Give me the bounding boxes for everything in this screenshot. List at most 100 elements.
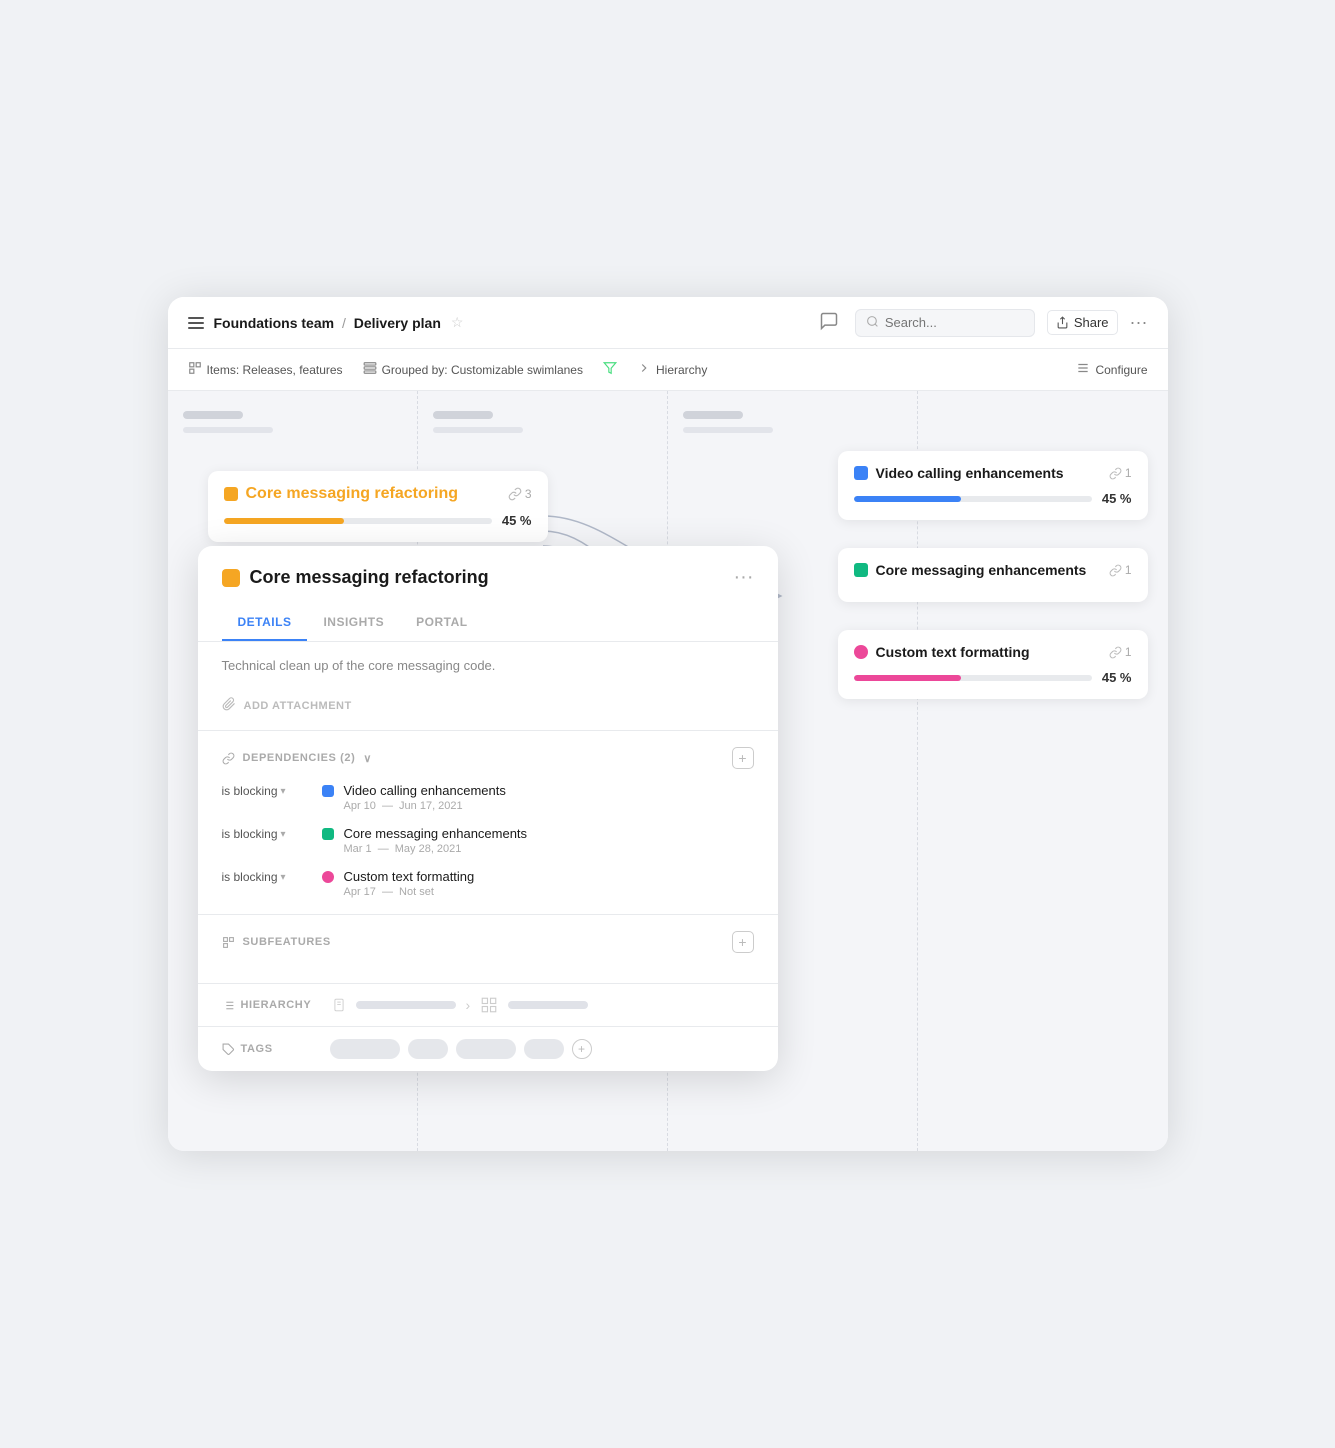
dp-more-icon[interactable]: ···	[734, 566, 754, 589]
toolbar-items[interactable]: Items: Releases, features	[188, 361, 343, 378]
dp-description: Technical clean up of the core messaging…	[198, 642, 778, 689]
tab-portal[interactable]: Portal	[400, 605, 483, 641]
attachment-icon	[222, 697, 236, 714]
card-core-enh-title-row: Core messaging enhancements	[854, 562, 1087, 578]
tag-4[interactable]	[524, 1039, 564, 1059]
hierarchy-placeholder-1	[356, 1001, 456, 1009]
dep-relation-3[interactable]: is blocking ▾	[222, 869, 312, 884]
dp-dependencies-section: DEPENDENCIES (2) ∨ + is blocking ▾	[198, 731, 778, 915]
app-window: Foundations team / Delivery plan ☆	[168, 297, 1168, 1151]
search-box[interactable]	[855, 309, 1035, 337]
right-cards: Video calling enhancements 1 45 %	[838, 451, 1148, 711]
dep-add-button[interactable]: +	[732, 747, 754, 769]
dep-color-1	[322, 785, 334, 797]
card-core-enh-color	[854, 563, 868, 577]
toolbar-configure[interactable]: Configure	[1076, 361, 1147, 378]
search-input[interactable]	[885, 315, 1024, 330]
tag-2[interactable]	[408, 1039, 448, 1059]
dep-date-3: Apr 17 — Not set	[344, 886, 754, 898]
dep-name-3[interactable]: Custom text formatting	[344, 869, 754, 884]
share-button[interactable]: Share	[1047, 310, 1118, 335]
dep-color-2	[322, 828, 334, 840]
dep-relation-1[interactable]: is blocking ▾	[222, 783, 312, 798]
card-custom-dep: 1	[1109, 645, 1132, 659]
tab-details[interactable]: Details	[222, 605, 308, 641]
card-core-enh-header: Core messaging enhancements 1	[854, 562, 1132, 578]
tag-add-button[interactable]: +	[572, 1039, 592, 1059]
header: Foundations team / Delivery plan ☆	[168, 297, 1168, 349]
bg-card-progress-bar-bg	[224, 518, 492, 524]
dp-tags: TAGS +	[198, 1027, 778, 1071]
dp-section-title[interactable]: DEPENDENCIES (2) ∨	[222, 752, 373, 765]
breadcrumb-plan[interactable]: Delivery plan	[354, 315, 441, 331]
toolbar-filter[interactable]	[603, 361, 617, 378]
search-icon	[866, 315, 879, 331]
grouped-icon	[363, 361, 377, 378]
hierarchy-arrow: ›	[466, 997, 471, 1013]
dep-row-2: is blocking ▾ Core messaging enhancement…	[222, 826, 754, 855]
col-header-bar-1	[183, 411, 243, 419]
dp-subfeatures-title[interactable]: SUBFEATURES	[222, 936, 331, 949]
dp-hierarchy: HIERARCHY ›	[198, 984, 778, 1027]
tab-insights[interactable]: Insights	[307, 605, 400, 641]
dp-tabs: Details Insights Portal	[198, 605, 778, 642]
bg-card-progress-fill	[224, 518, 345, 524]
card-custom-title-row: Custom text formatting	[854, 644, 1030, 660]
dp-hierarchy-label: HIERARCHY	[222, 999, 322, 1012]
dp-section-header: DEPENDENCIES (2) ∨ +	[222, 747, 754, 769]
dep-relation-2[interactable]: is blocking ▾	[222, 826, 312, 841]
bg-card-header: Core messaging refactoring 3	[224, 485, 532, 503]
bg-main-card[interactable]: Core messaging refactoring 3 45 %	[208, 471, 548, 542]
dp-tags-label: TAGS	[222, 1043, 322, 1056]
card-custom-title: Custom text formatting	[876, 644, 1030, 660]
dep-info-1: Video calling enhancements Apr 10 — Jun …	[344, 783, 754, 812]
dep-chevron-3: ▾	[281, 872, 286, 883]
dep-info-2: Core messaging enhancements Mar 1 — May …	[344, 826, 754, 855]
filter-icon	[603, 361, 617, 378]
hierarchy-doc-icon	[332, 998, 346, 1012]
hierarchy-placeholder-2	[508, 1001, 588, 1009]
dep-name-1[interactable]: Video calling enhancements	[344, 783, 754, 798]
bg-card-dep-badge: 3	[508, 487, 532, 501]
col-sub-bar-2	[433, 427, 523, 433]
card-custom-text[interactable]: Custom text formatting 1 45 %	[838, 630, 1148, 699]
card-video-title: Video calling enhancements	[876, 465, 1064, 481]
card-video-header: Video calling enhancements 1	[854, 465, 1132, 481]
header-right: Share ···	[819, 309, 1148, 337]
toolbar-hierarchy[interactable]: Hierarchy	[637, 361, 707, 378]
dep-info-3: Custom text formatting Apr 17 — Not set	[344, 869, 754, 898]
card-core-enh-title: Core messaging enhancements	[876, 562, 1087, 578]
dep-name-2[interactable]: Core messaging enhancements	[344, 826, 754, 841]
more-menu-icon[interactable]: ···	[1130, 312, 1148, 333]
card-custom-progress: 45 %	[854, 670, 1132, 685]
card-video-color	[854, 466, 868, 480]
tag-1[interactable]	[330, 1039, 400, 1059]
tag-3[interactable]	[456, 1039, 516, 1059]
card-core-enh-dep: 1	[1109, 563, 1132, 577]
card-video-dep: 1	[1109, 466, 1132, 480]
card-video-calling[interactable]: Video calling enhancements 1 45 %	[838, 451, 1148, 520]
star-icon[interactable]: ☆	[451, 314, 464, 331]
card-video-progress: 45 %	[854, 491, 1132, 506]
dep-date-1: Apr 10 — Jun 17, 2021	[344, 800, 754, 812]
dp-subfeatures-header: SUBFEATURES +	[222, 931, 754, 953]
breadcrumb: Foundations team / Delivery plan	[214, 315, 441, 331]
bg-card-progress-pct: 45 %	[502, 513, 532, 528]
toolbar: Items: Releases, features Grouped by: Cu…	[168, 349, 1168, 391]
breadcrumb-separator: /	[342, 315, 346, 331]
card-video-title-row: Video calling enhancements	[854, 465, 1064, 481]
card-custom-color	[854, 645, 868, 659]
dp-attachment[interactable]: ADD ATTACHMENT	[198, 689, 778, 731]
dp-color-dot	[222, 569, 240, 587]
subfeatures-add-button[interactable]: +	[732, 931, 754, 953]
toolbar-grouped[interactable]: Grouped by: Customizable swimlanes	[363, 361, 583, 378]
chat-icon[interactable]	[819, 311, 843, 335]
menu-icon[interactable]	[188, 317, 204, 329]
bg-card-progress: 45 %	[224, 513, 532, 528]
bg-card-title: Core messaging refactoring	[246, 485, 459, 503]
card-core-enhancements[interactable]: Core messaging enhancements 1	[838, 548, 1148, 602]
hierarchy-grid-icon	[480, 996, 498, 1014]
breadcrumb-team[interactable]: Foundations team	[214, 315, 335, 331]
header-left: Foundations team / Delivery plan ☆	[188, 314, 819, 331]
dp-subfeatures-section: SUBFEATURES +	[198, 915, 778, 984]
